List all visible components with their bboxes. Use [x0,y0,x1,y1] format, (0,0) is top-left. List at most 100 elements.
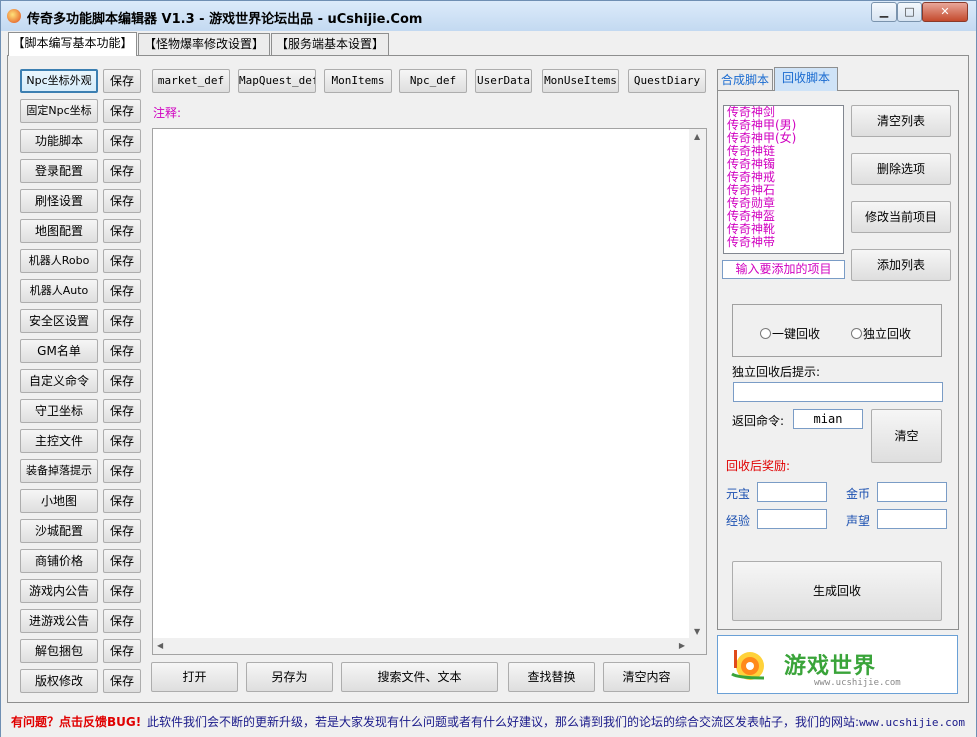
tab-monster-drop[interactable]: 【怪物爆率修改设置】 [138,33,270,55]
file-button-questdiary[interactable]: QuestDiary [628,69,706,93]
save-button[interactable]: 保存 [103,429,141,453]
save-as-button[interactable]: 另存为 [246,662,333,692]
left-item-button[interactable]: 解包捆包 [20,639,98,663]
file-button-mapquest-def[interactable]: MapQuest_def [238,69,316,93]
left-item-button[interactable]: 自定义命令 [20,369,98,393]
scroll-left-icon[interactable]: ◀ [157,641,163,650]
save-button[interactable]: 保存 [103,339,141,363]
return-cmd-input[interactable]: mian [793,409,863,429]
radio-single-recycle[interactable]: 独立回收 [851,325,911,342]
minimize-button[interactable]: ▁ [871,2,897,22]
radio-icon[interactable] [760,328,771,339]
save-button[interactable]: 保存 [103,519,141,543]
save-button[interactable]: 保存 [103,399,141,423]
title-bar[interactable]: 传奇多功能脚本编辑器 V1.3 - 游戏世界论坛出品 - uCshijie.Co… [1,1,976,31]
clear-list-button[interactable]: 清空列表 [851,105,951,137]
save-button[interactable]: 保存 [103,579,141,603]
tab-script-basic[interactable]: 【脚本编写基本功能】 [8,32,137,56]
tab-server-settings[interactable]: 【服务端基本设置】 [271,33,389,55]
file-button-market-def[interactable]: market_def [152,69,230,93]
left-item-button[interactable]: 主控文件 [20,429,98,453]
brand-logo[interactable]: 游戏世界 www.ucshijie.com [717,635,958,694]
save-button[interactable]: 保存 [103,99,141,123]
save-button[interactable]: 保存 [103,129,141,153]
reward-label: 回收后奖励: [726,459,791,473]
scrollbar-corner [689,638,706,654]
left-item-button[interactable]: 商铺价格 [20,549,98,573]
find-replace-button[interactable]: 查找替换 [508,662,595,692]
left-item-button[interactable]: 地图配置 [20,219,98,243]
left-item-button[interactable]: 游戏内公告 [20,579,98,603]
modify-item-button[interactable]: 修改当前项目 [851,201,951,233]
left-item-button[interactable]: 刷怪设置 [20,189,98,213]
save-button[interactable]: 保存 [103,279,141,303]
maximize-button[interactable]: □ [897,2,922,22]
save-button[interactable]: 保存 [103,369,141,393]
file-button-monuseitems[interactable]: MonUseItems [542,69,619,93]
left-item-button[interactable]: 守卫坐标 [20,399,98,423]
clear-content-button[interactable]: 清空内容 [603,662,690,692]
feedback-link[interactable]: 有问题？点击反馈BUG! [11,713,141,730]
logo-url-text: www.ucshijie.com [814,678,901,688]
left-item-button[interactable]: 版权修改 [20,669,98,693]
open-button[interactable]: 打开 [151,662,238,692]
left-item-button[interactable]: 固定Npc坐标 [20,99,98,123]
search-files-button[interactable]: 搜索文件、文本 [341,662,498,692]
save-button[interactable]: 保存 [103,189,141,213]
left-item-button[interactable]: 装备掉落提示 [20,459,98,483]
gold-input[interactable] [877,482,947,502]
exp-label: 经验 [726,514,751,528]
save-button[interactable]: 保存 [103,159,141,183]
left-item-button[interactable]: 功能脚本 [20,129,98,153]
horizontal-scrollbar[interactable]: ◀ ▶ [153,638,689,654]
scroll-down-icon[interactable]: ▼ [694,627,700,636]
save-button[interactable]: 保存 [103,69,141,93]
save-button[interactable]: 保存 [103,309,141,333]
tab-recycle-script[interactable]: 回收脚本 [774,67,838,91]
add-list-button[interactable]: 添加列表 [851,249,951,281]
comment-label: 注释: [153,106,182,120]
scroll-up-icon[interactable]: ▲ [694,132,700,141]
left-item-button[interactable]: Npc坐标外观 [20,69,98,93]
save-button[interactable]: 保存 [103,639,141,663]
delete-item-button[interactable]: 删除选项 [851,153,951,185]
radio-icon[interactable] [851,328,862,339]
left-item-button[interactable]: 机器人Auto [20,279,98,303]
clear-button[interactable]: 清空 [871,409,942,463]
save-button[interactable]: 保存 [103,219,141,243]
save-button[interactable]: 保存 [103,609,141,633]
recycle-item-list[interactable]: 传奇神剑 传奇神甲(男) 传奇神甲(女) 传奇神链 传奇神镯 传奇神戒 传奇神石 传奇勋章 传奇… [723,105,844,254]
website-link[interactable]: www.ucshijie.com [859,716,965,729]
file-button-userdata[interactable]: UserData [475,69,532,93]
left-item-button[interactable]: 安全区设置 [20,309,98,333]
file-button-npc-def[interactable]: Npc_def [399,69,467,93]
single-prompt-input[interactable] [733,382,943,402]
list-item[interactable]: 传奇神带 [724,236,843,249]
file-button-monitems[interactable]: MonItems [324,69,392,93]
radio-onekey-recycle[interactable]: 一键回收 [760,325,820,342]
exp-input[interactable] [757,509,827,529]
left-item-button[interactable]: GM名单 [20,339,98,363]
save-button[interactable]: 保存 [103,669,141,693]
generate-recycle-button[interactable]: 生成回收 [732,561,942,621]
yuanbao-input[interactable] [757,482,827,502]
left-item-button[interactable]: 小地图 [20,489,98,513]
left-item-button[interactable]: 进游戏公告 [20,609,98,633]
left-item-button[interactable]: 机器人Robo [20,249,98,273]
close-button[interactable]: ✕ [922,2,968,22]
tab-synthesis-script[interactable]: 合成脚本 [717,69,773,91]
left-item-button[interactable]: 沙城配置 [20,519,98,543]
save-button[interactable]: 保存 [103,249,141,273]
vertical-scrollbar[interactable]: ▲ ▼ [689,129,706,639]
logo-brand-text: 游戏世界 [784,654,877,679]
left-item-button[interactable]: 登录配置 [20,159,98,183]
prestige-input[interactable] [877,509,947,529]
script-editor[interactable]: ▲ ▼ ◀ ▶ [152,128,707,655]
add-item-input[interactable]: 输入要添加的项目 [722,260,845,279]
save-button[interactable]: 保存 [103,549,141,573]
status-info-text: 此软件我们会不断的更新升级，若是大家发现有什么问题或者有什么好建议，那么请到我们… [147,715,860,729]
snail-logo-icon [731,650,765,680]
scroll-right-icon[interactable]: ▶ [679,641,685,650]
save-button[interactable]: 保存 [103,489,141,513]
save-button[interactable]: 保存 [103,459,141,483]
